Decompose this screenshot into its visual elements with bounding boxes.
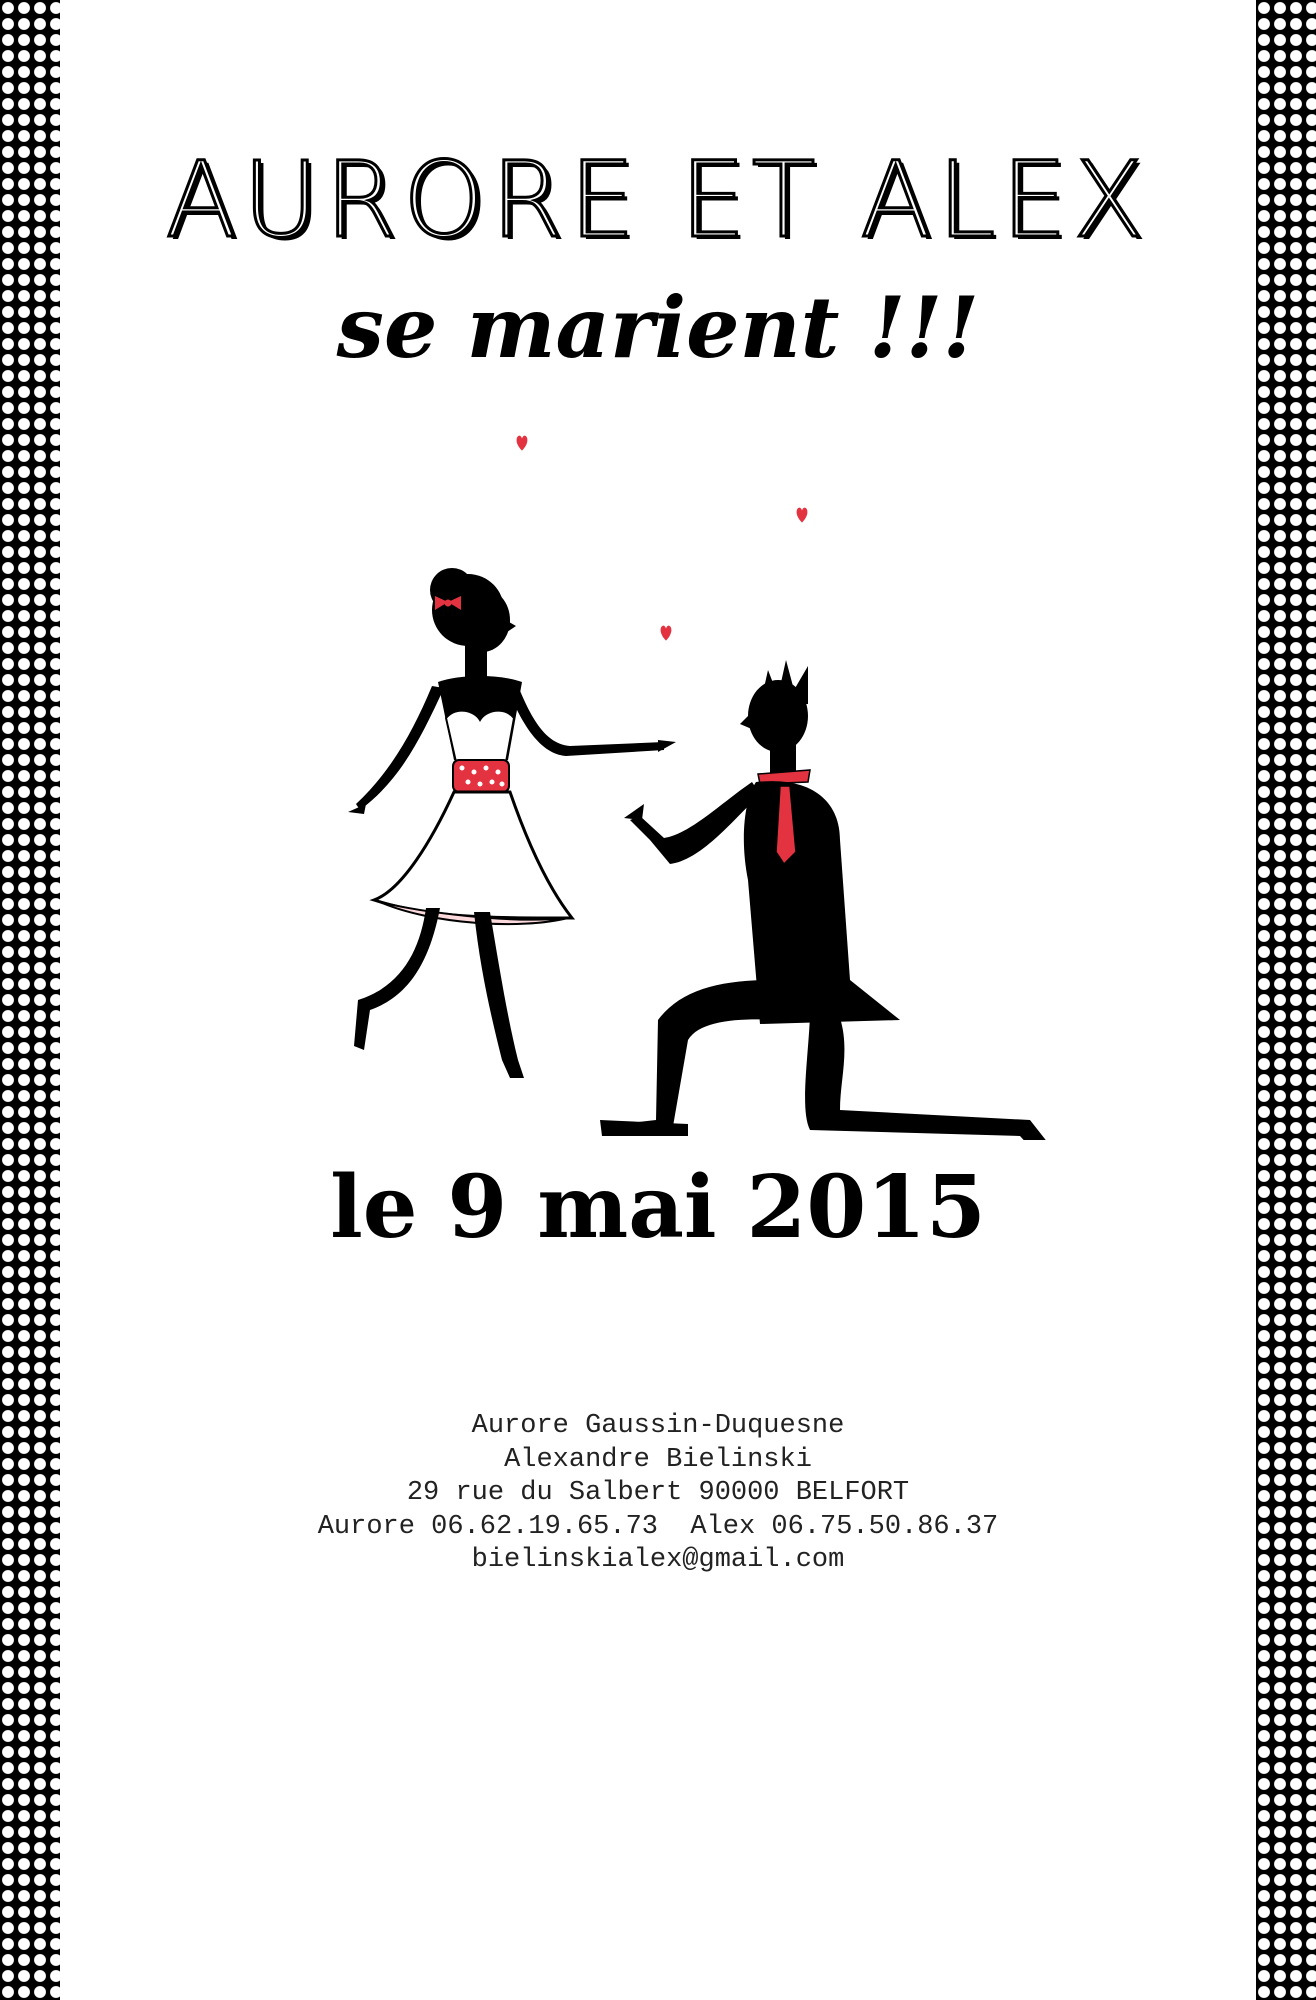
invitation-title: AURORE ET ALEX — [164, 139, 1151, 261]
heart-icon — [516, 435, 528, 451]
contact-email: bielinskialex@gmail.com — [471, 1545, 845, 1575]
contact-address: 29 rue du Salbert 90000 BELFORT — [406, 1478, 910, 1508]
bride-silhouette — [348, 568, 676, 1078]
groom-silhouette — [600, 660, 1046, 1140]
invitation-subtitle: se marient !!! — [336, 278, 980, 377]
contact-phones: Aurore 06.62.19.65.73 Alex 06.75.50.86.3… — [317, 1511, 999, 1542]
wedding-date: le 9 mai 2015 — [330, 1157, 986, 1258]
contact-name-groom: Alexandre Bielinski — [504, 1444, 812, 1475]
heart-icon — [660, 625, 672, 641]
contact-block: Aurore Gaussin-Duquesne Alexandre Bielin… — [0, 1410, 1316, 1578]
couple-illustration — [348, 435, 1046, 1140]
contact-name-bride: Aurore Gaussin-Duquesne — [471, 1411, 845, 1441]
heart-icon — [796, 507, 808, 523]
